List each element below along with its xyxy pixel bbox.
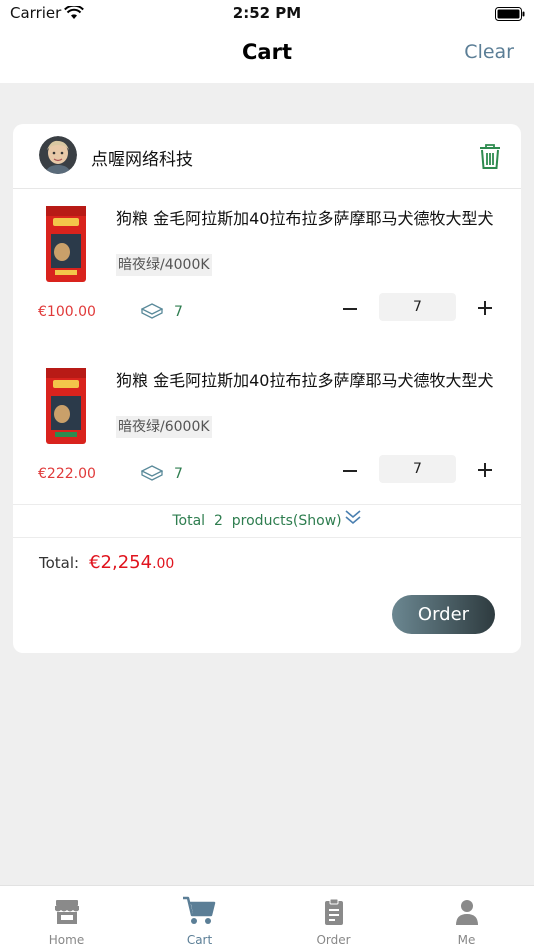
stock-icon xyxy=(140,303,164,323)
tab-label: Cart xyxy=(186,933,213,947)
cart-icon xyxy=(183,896,216,924)
increase-quantity-button[interactable] xyxy=(475,294,495,322)
clear-button[interactable]: Clear xyxy=(464,41,514,63)
shop-name: 点喔网络科技 xyxy=(91,150,193,170)
tab-label: Home xyxy=(48,933,85,947)
avatar xyxy=(39,136,77,174)
cart-item: 狗粮 金毛阿拉斯加40拉布拉多萨摩耶马犬德牧大型犬 暗夜绿/4000K €100… xyxy=(13,192,521,352)
product-image[interactable] xyxy=(43,204,89,284)
total-row: Total: €2,254.00 xyxy=(39,552,174,573)
total-amount-decimal: .00 xyxy=(152,556,175,572)
tab-cart[interactable]: Cart xyxy=(133,886,266,951)
quantity-input[interactable]: 7 xyxy=(379,455,456,483)
order-button[interactable]: Order xyxy=(392,595,495,634)
person-icon xyxy=(456,900,478,925)
increase-quantity-button[interactable] xyxy=(475,456,495,484)
product-price: €222.00 xyxy=(38,466,96,482)
double-chevron-down-icon xyxy=(344,505,362,537)
tab-order[interactable]: Order xyxy=(267,886,400,951)
cart-item: 狗粮 金毛阿拉斯加40拉布拉多萨摩耶马犬德牧大型犬 暗夜绿/6000K €222… xyxy=(13,354,521,514)
product-image[interactable] xyxy=(43,366,89,446)
clock: 2:52 PM xyxy=(232,4,302,22)
tab-bar: Home Cart Order Me xyxy=(0,885,534,951)
trash-icon[interactable] xyxy=(479,144,501,174)
shop-header: 点喔网络科技 xyxy=(13,124,521,189)
page-title: Cart xyxy=(242,40,292,64)
decrease-quantity-button[interactable] xyxy=(340,457,360,485)
tab-label: Me xyxy=(457,933,476,947)
stock-count: 7 xyxy=(174,466,183,482)
quantity-input[interactable]: 7 xyxy=(379,293,456,321)
product-spec: 暗夜绿/4000K xyxy=(116,254,212,276)
product-title[interactable]: 狗粮 金毛阿拉斯加40拉布拉多萨摩耶马犬德牧大型犬 xyxy=(116,208,506,230)
stock-icon xyxy=(140,465,164,485)
clipboard-icon xyxy=(325,898,343,925)
show-products-toggle[interactable]: Total 2 products(Show) xyxy=(13,504,521,538)
store-icon xyxy=(55,900,79,924)
battery-icon xyxy=(495,6,525,25)
product-spec: 暗夜绿/6000K xyxy=(116,416,212,438)
tab-home[interactable]: Home xyxy=(0,886,133,951)
stock-count: 7 xyxy=(174,304,183,320)
status-bar: Carrier 2:52 PM xyxy=(0,0,534,28)
tab-label: Order xyxy=(316,933,351,947)
total-products-label: Total 2 products(Show) xyxy=(172,513,342,529)
cart-card: 点喔网络科技 狗粮 金毛阿拉斯加40拉布拉多萨摩耶马犬德牧大型犬 暗夜绿/400… xyxy=(13,124,521,653)
total-amount-integer: €2,254 xyxy=(89,552,153,573)
tab-me[interactable]: Me xyxy=(400,886,533,951)
nav-bar: Cart Clear xyxy=(0,28,534,83)
decrease-quantity-button[interactable] xyxy=(340,295,360,323)
product-title[interactable]: 狗粮 金毛阿拉斯加40拉布拉多萨摩耶马犬德牧大型犬 xyxy=(116,370,506,392)
product-price: €100.00 xyxy=(38,304,96,320)
total-label: Total: xyxy=(39,554,80,572)
